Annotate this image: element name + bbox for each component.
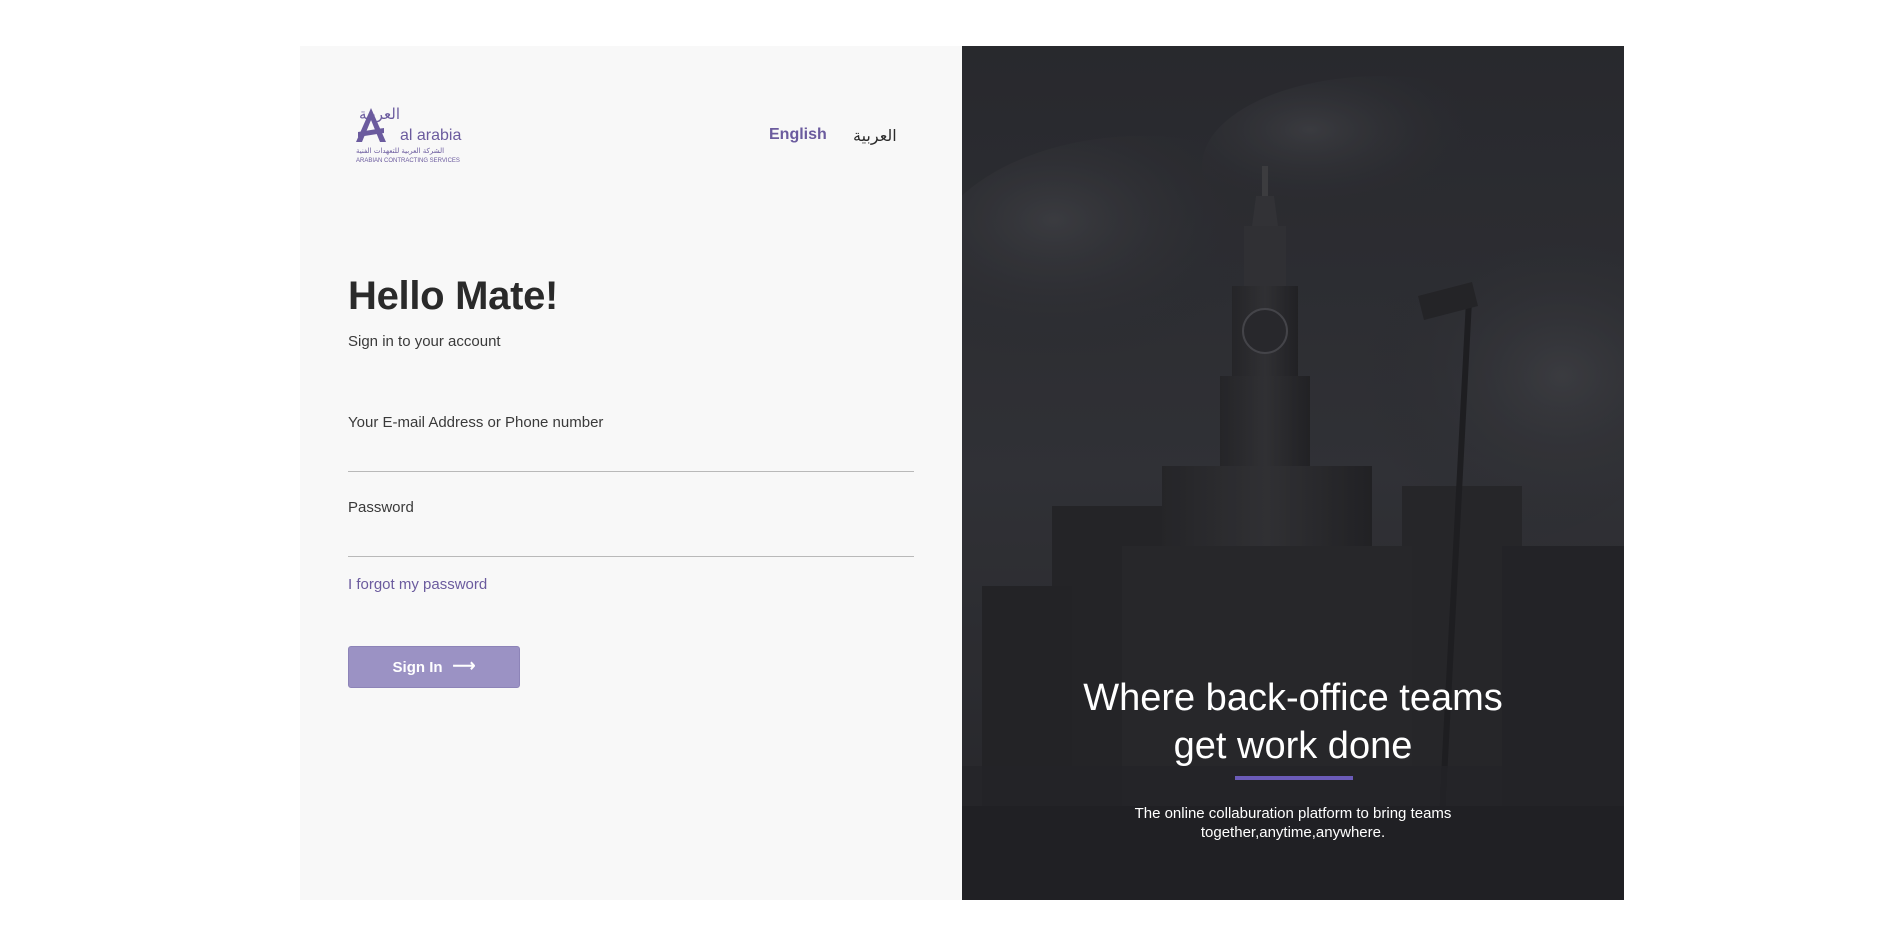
page-title: Hello Mate!	[348, 274, 559, 318]
sign-in-button[interactable]: Sign In ⟶	[348, 646, 520, 688]
arrow-right-icon: ⟶	[452, 658, 476, 675]
al-arabia-logo-icon: العربية al arabia الشركة العربية للتعهدا…	[356, 106, 461, 164]
language-english-link[interactable]: English	[769, 126, 827, 144]
company-logo[interactable]: العربية al arabia الشركة العربية للتعهدا…	[354, 106, 464, 170]
promo-tagline-line2: together,anytime,anywhere.	[1200, 824, 1386, 841]
promo-tagline: The online collaburation platform to bri…	[1113, 804, 1473, 842]
password-label: Password	[348, 499, 414, 516]
login-panel: العربية al arabia الشركة العربية للتعهدا…	[300, 46, 962, 900]
svg-text:الشركة العربية للتعهدات الفنية: الشركة العربية للتعهدات الفنية	[356, 147, 444, 155]
page-subtitle: Sign in to your account	[348, 333, 501, 350]
svg-text:العربية: العربية	[359, 106, 400, 123]
promo-panel: Where back-office teams get work done Th…	[962, 46, 1624, 900]
email-field[interactable]	[348, 442, 914, 472]
svg-text:ARABIAN CONTRACTING SERVICES: ARABIAN CONTRACTING SERVICES	[356, 158, 460, 164]
image-dark-overlay	[962, 46, 1624, 900]
password-field[interactable]	[348, 527, 914, 557]
promo-headline: Where back-office teams get work done	[962, 674, 1624, 770]
language-arabic-link[interactable]: العربية	[853, 126, 897, 146]
email-label: Your E-mail Address or Phone number	[348, 414, 604, 431]
sign-in-label: Sign In	[392, 658, 443, 676]
promo-headline-line1: Where back-office teams	[1083, 677, 1503, 719]
headline-accent-divider	[1235, 776, 1353, 780]
promo-tagline-line1: The online collaburation platform to bri…	[1134, 805, 1452, 822]
svg-text:al arabia: al arabia	[400, 127, 461, 144]
login-card: العربية al arabia الشركة العربية للتعهدا…	[300, 46, 1624, 900]
forgot-password-link[interactable]: I forgot my password	[348, 576, 487, 593]
promo-headline-line2: get work done	[1173, 725, 1413, 767]
